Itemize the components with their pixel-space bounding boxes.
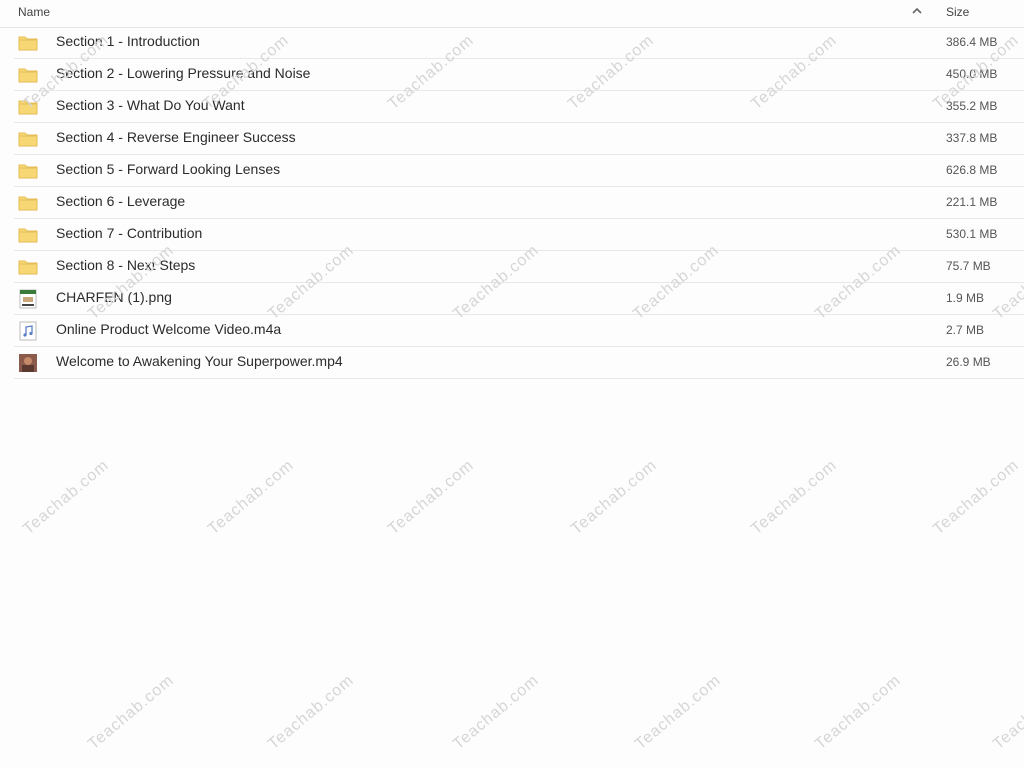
file-row[interactable]: CHARFEN (1).png 1.9 MB bbox=[14, 283, 1024, 315]
watermark-text: Teachab.com bbox=[450, 671, 543, 754]
size-column-header[interactable]: Size bbox=[946, 5, 969, 19]
file-row[interactable]: Section 6 - Leverage 221.1 MB bbox=[14, 187, 1024, 219]
watermark-text: Teachab.com bbox=[20, 456, 113, 539]
file-size: 626.8 MB bbox=[946, 163, 998, 177]
file-name[interactable]: Section 3 - What Do You Want bbox=[56, 97, 245, 113]
folder-icon bbox=[18, 97, 38, 117]
file-size: 26.9 MB bbox=[946, 355, 991, 369]
file-size: 337.8 MB bbox=[946, 131, 998, 145]
image-file-icon bbox=[18, 289, 38, 309]
folder-icon bbox=[18, 161, 38, 181]
name-column-header[interactable]: Name bbox=[18, 5, 50, 19]
file-name[interactable]: Section 8 - Next Steps bbox=[56, 257, 195, 273]
watermark-text: Teachab.com bbox=[748, 456, 841, 539]
file-name[interactable]: Section 5 - Forward Looking Lenses bbox=[56, 161, 280, 177]
watermark-text: Teachab.com bbox=[632, 671, 725, 754]
folder-icon bbox=[18, 65, 38, 85]
file-name[interactable]: Section 6 - Leverage bbox=[56, 193, 185, 209]
file-size: 75.7 MB bbox=[946, 259, 991, 273]
file-size: 355.2 MB bbox=[946, 99, 998, 113]
file-row[interactable]: Section 4 - Reverse Engineer Success 337.… bbox=[14, 123, 1024, 155]
file-list: Section 1 - Introduction 386.4 MB Section … bbox=[14, 27, 1024, 379]
file-size: 530.1 MB bbox=[946, 227, 998, 241]
watermark-text: Teachab.com bbox=[205, 456, 298, 539]
audio-file-icon bbox=[18, 321, 38, 341]
chevron-up-icon[interactable] bbox=[910, 4, 924, 18]
file-name[interactable]: CHARFEN (1).png bbox=[56, 289, 172, 305]
watermark-text: Teachab.com bbox=[568, 456, 661, 539]
file-name[interactable]: Welcome to Awakening Your Superpower.mp4 bbox=[56, 353, 343, 369]
file-name[interactable]: Section 4 - Reverse Engineer Success bbox=[56, 129, 296, 145]
folder-icon bbox=[18, 193, 38, 213]
file-name[interactable]: Section 1 - Introduction bbox=[56, 33, 200, 49]
file-row[interactable]: Section 8 - Next Steps 75.7 MB bbox=[14, 251, 1024, 283]
video-file-icon bbox=[18, 353, 38, 373]
watermark-text: Teachab.com bbox=[85, 671, 178, 754]
file-row[interactable]: Section 3 - What Do You Want 355.2 MB bbox=[14, 91, 1024, 123]
file-size: 1.9 MB bbox=[946, 291, 985, 305]
watermark-text: Teachab.com bbox=[930, 456, 1023, 539]
folder-icon bbox=[18, 225, 38, 245]
watermark-text: Teachab.com bbox=[385, 456, 478, 539]
file-row[interactable]: Section 5 - Forward Looking Lenses 626.8 … bbox=[14, 155, 1024, 187]
file-row[interactable]: Section 7 - Contribution 530.1 MB bbox=[14, 219, 1024, 251]
watermark-text: Teachab.com bbox=[265, 671, 358, 754]
file-size: 386.4 MB bbox=[946, 35, 998, 49]
folder-icon bbox=[18, 33, 38, 53]
file-size: 2.7 MB bbox=[946, 323, 985, 337]
file-size: 450.0 MB bbox=[946, 67, 998, 81]
file-name[interactable]: Section 2 - Lowering Pressure and Noise bbox=[56, 65, 310, 81]
file-row[interactable]: Welcome to Awakening Your Superpower.mp4… bbox=[14, 347, 1024, 379]
file-size: 221.1 MB bbox=[946, 195, 998, 209]
file-name[interactable]: Online Product Welcome Video.m4a bbox=[56, 321, 281, 337]
file-row[interactable]: Section 1 - Introduction 386.4 MB bbox=[14, 27, 1024, 59]
column-header: Name Size bbox=[0, 0, 1024, 28]
folder-icon bbox=[18, 257, 38, 277]
file-row[interactable]: Section 2 - Lowering Pressure and Noise 4… bbox=[14, 59, 1024, 91]
watermark-text: Teachab.com bbox=[812, 671, 905, 754]
file-name[interactable]: Section 7 - Contribution bbox=[56, 225, 202, 241]
folder-icon bbox=[18, 129, 38, 149]
file-row[interactable]: Online Product Welcome Video.m4a 2.7 MB bbox=[14, 315, 1024, 347]
watermark-text: Teachab.com bbox=[990, 671, 1024, 754]
